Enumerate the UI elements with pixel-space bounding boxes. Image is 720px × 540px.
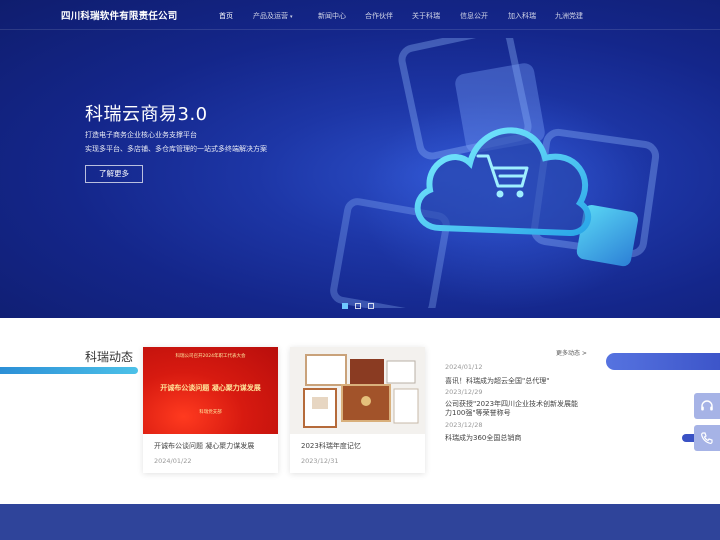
phone-contact-button[interactable] bbox=[694, 425, 720, 451]
news-list-item[interactable]: 公司获授"2023年四川企业技术创新发展能力100强"等荣誉称号 bbox=[445, 400, 585, 418]
company-logo-text[interactable]: 四川科瑞软件有限责任公司 bbox=[61, 8, 177, 22]
news-card-title: 开诚布公谈问题 凝心聚力谋发展 bbox=[154, 442, 255, 450]
phone-icon bbox=[701, 432, 713, 444]
news-card-date: 2023/12/31 bbox=[301, 457, 339, 465]
nav-item-products-label: 产品及运营 bbox=[253, 12, 288, 20]
nav-item-about[interactable]: 关于科瑞 bbox=[412, 11, 440, 21]
news-list-item[interactable]: 科瑞成为360全国总销商 bbox=[445, 434, 521, 443]
footer-band bbox=[0, 504, 720, 540]
top-navbar: 四川科瑞软件有限责任公司 首页 产品及运营 ▾ 新闻中心 合作伙伴 关于科瑞 信息… bbox=[0, 0, 720, 30]
carousel-dot-2[interactable] bbox=[355, 303, 361, 309]
chevron-down-icon: ▾ bbox=[290, 14, 293, 20]
nav-item-party[interactable]: 九洲党建 bbox=[555, 11, 583, 21]
nav-item-partners[interactable]: 合作伙伴 bbox=[365, 11, 393, 21]
image-caption-sub: 科瑞党支部 bbox=[199, 410, 222, 415]
carousel-dot-3[interactable] bbox=[368, 303, 374, 309]
hero-description-2: 实现多平台、多店铺、多仓库管理的一站式多终端解决方案 bbox=[85, 145, 267, 153]
image-caption-top: 科瑞公司召开2024年职工代表大会 bbox=[175, 354, 246, 359]
learn-more-button[interactable]: 了解更多 bbox=[85, 165, 143, 183]
nav-item-join[interactable]: 加入科瑞 bbox=[508, 11, 536, 21]
news-card-title: 2023科瑞年度记忆 bbox=[301, 442, 361, 450]
more-news-link[interactable]: 更多动态 > bbox=[556, 348, 587, 357]
nav-item-products[interactable]: 产品及运营 ▾ bbox=[253, 11, 293, 21]
hero-title: 科瑞云商易3.0 bbox=[85, 104, 208, 125]
hero-description-1: 打造电子商务企业核心业务支撑平台 bbox=[85, 131, 197, 139]
news-list-date: 2023/12/28 bbox=[445, 421, 483, 429]
certificates-image bbox=[303, 354, 419, 428]
news-list-date: 2024/01/12 bbox=[445, 363, 483, 371]
hero-banner: 四川科瑞软件有限责任公司 首页 产品及运营 ▾ 新闻中心 合作伙伴 关于科瑞 信息… bbox=[0, 0, 720, 318]
news-card-image-certificates bbox=[290, 347, 425, 434]
image-caption-main: 开诚布公谈问题 凝心聚力谋发展 bbox=[160, 384, 261, 392]
section-accent-bar bbox=[0, 367, 138, 374]
decorative-bar-right bbox=[606, 353, 720, 370]
section-title: 科瑞动态 bbox=[85, 350, 134, 364]
nav-item-news[interactable]: 新闻中心 bbox=[318, 11, 346, 21]
headset-icon bbox=[701, 400, 713, 411]
news-card-1[interactable]: 科瑞公司召开2024年职工代表大会 开诚布公谈问题 凝心聚力谋发展 科瑞党支部 … bbox=[143, 347, 278, 473]
nav-item-disclosure[interactable]: 信息公开 bbox=[460, 11, 488, 21]
news-card-date: 2024/01/22 bbox=[154, 457, 192, 465]
news-list-item[interactable]: 喜讯！科瑞成为超云全国"总代理" bbox=[445, 377, 549, 386]
nav-item-home[interactable]: 首页 bbox=[219, 11, 233, 21]
news-list-date: 2023/12/29 bbox=[445, 388, 483, 396]
news-card-image: 科瑞公司召开2024年职工代表大会 开诚布公谈问题 凝心聚力谋发展 科瑞党支部 bbox=[143, 347, 278, 434]
news-card-2[interactable]: 2023科瑞年度记忆 2023/12/31 bbox=[290, 347, 425, 473]
cloud-cart-illustration bbox=[330, 38, 660, 308]
customer-service-button[interactable] bbox=[694, 393, 720, 419]
carousel-dot-1[interactable] bbox=[342, 303, 348, 309]
